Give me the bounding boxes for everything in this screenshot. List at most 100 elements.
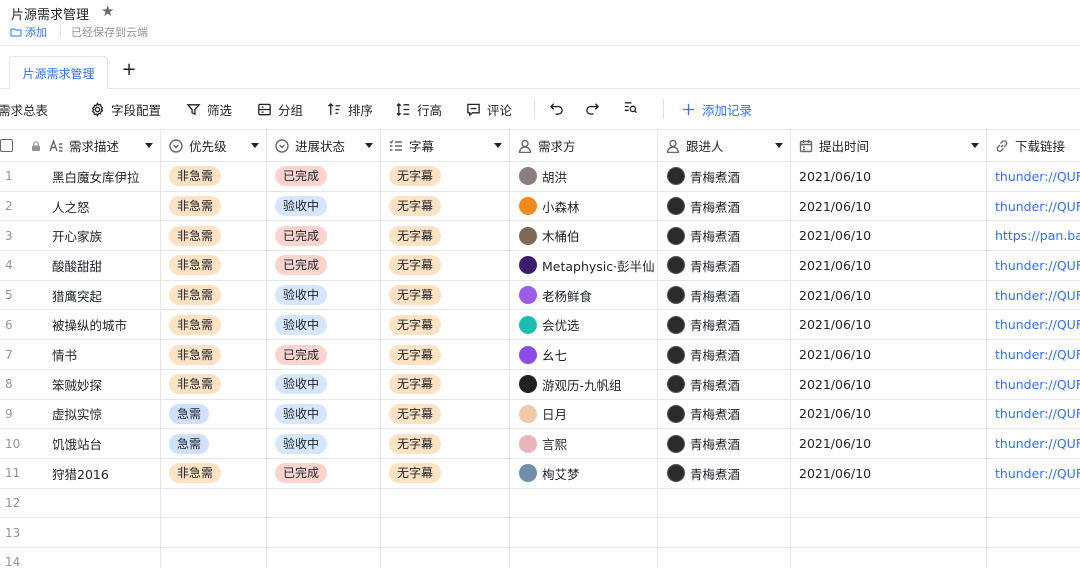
date-cell[interactable]: 2021/06/10 (791, 429, 987, 458)
status-cell[interactable]: 验收中 (267, 280, 381, 310)
empty-cell[interactable] (267, 488, 381, 518)
download-link[interactable]: thunder://QUFt (987, 347, 1080, 362)
status-cell[interactable]: 验收中 (267, 429, 381, 458)
comment-button[interactable]: 评论 (466, 100, 512, 119)
empty-cell[interactable] (267, 518, 381, 548)
follower-cell[interactable]: 青梅煮酒 (658, 162, 791, 191)
row-number-cell[interactable]: 1 (0, 162, 43, 191)
priority-cell[interactable]: 急需 (161, 399, 267, 429)
select-all-checkbox[interactable] (0, 139, 13, 152)
follower-cell[interactable]: 青梅煮酒 (658, 191, 791, 221)
link-cell[interactable]: thunder://QUFt (987, 311, 1080, 340)
priority-cell[interactable]: 非急需 (161, 459, 267, 488)
subtitle-cell[interactable]: 无字幕 (381, 399, 510, 429)
date-cell[interactable]: 2021/06/10 (791, 251, 987, 280)
link-cell[interactable]: thunder://QUFt (987, 281, 1080, 310)
row-number-cell[interactable]: 14 (0, 548, 43, 568)
date-cell[interactable]: 2021/06/10 (791, 280, 987, 310)
column-header-follower[interactable]: 跟进人 (658, 130, 791, 161)
column-header-priority[interactable]: 优先级 (161, 130, 267, 161)
download-link[interactable]: https://pan.bai (987, 228, 1080, 243)
subtitle-cell[interactable]: 无字幕 (381, 280, 510, 310)
follower-cell[interactable]: 青梅煮酒 (658, 429, 791, 458)
subtitle-cell[interactable]: 无字幕 (381, 191, 510, 221)
priority-cell[interactable]: 非急需 (161, 251, 267, 280)
link-cell[interactable]: thunder://QUFt (987, 370, 1080, 399)
row-number-cell[interactable]: 10 (0, 429, 43, 458)
follower-cell[interactable]: 青梅煮酒 (658, 310, 791, 340)
download-link[interactable]: thunder://QUFt (987, 288, 1080, 303)
empty-cell[interactable] (43, 518, 161, 548)
priority-cell[interactable]: 急需 (161, 429, 267, 458)
requester-cell[interactable]: 游观历-九帆组 (510, 369, 658, 399)
requester-cell[interactable]: 幺七 (510, 340, 658, 369)
status-cell[interactable]: 已完成 (267, 162, 381, 191)
chevron-down-icon[interactable] (145, 142, 153, 148)
column-header-date[interactable]: 提出时间 (791, 130, 987, 161)
find-button[interactable] (623, 100, 638, 115)
requester-cell[interactable]: 胡洪 (510, 162, 658, 191)
date-cell[interactable]: 2021/06/10 (791, 459, 987, 488)
empty-cell[interactable] (161, 548, 267, 568)
status-cell[interactable]: 验收中 (267, 399, 381, 429)
chevron-down-icon[interactable] (971, 142, 979, 148)
priority-cell[interactable]: 非急需 (161, 280, 267, 310)
subtitle-cell[interactable]: 无字幕 (381, 221, 510, 251)
download-link[interactable]: thunder://QUFt (987, 258, 1080, 273)
row-number-cell[interactable]: 7 (0, 340, 43, 369)
requester-cell[interactable]: 言熙 (510, 429, 658, 458)
date-cell[interactable]: 2021/06/10 (791, 399, 987, 429)
subtitle-cell[interactable]: 无字幕 (381, 369, 510, 399)
priority-cell[interactable]: 非急需 (161, 191, 267, 221)
status-cell[interactable]: 验收中 (267, 310, 381, 340)
empty-cell[interactable] (43, 488, 161, 518)
priority-cell[interactable]: 非急需 (161, 221, 267, 251)
desc-cell[interactable]: 被操纵的城市 (43, 310, 161, 340)
desc-cell[interactable]: 狩猎2016 (43, 459, 161, 488)
follower-cell[interactable]: 青梅煮酒 (658, 399, 791, 429)
column-header-link[interactable]: 下载链接 (987, 130, 1080, 161)
empty-cell[interactable] (510, 488, 658, 518)
desc-cell[interactable]: 黑白魔女库伊拉 (43, 162, 161, 191)
subtitle-cell[interactable]: 无字幕 (381, 162, 510, 191)
status-cell[interactable]: 验收中 (267, 369, 381, 399)
requester-cell[interactable]: 小森林 (510, 191, 658, 221)
row-number-cell[interactable]: 12 (0, 489, 43, 518)
download-link[interactable]: thunder://QUFt (987, 436, 1080, 451)
requester-cell[interactable]: 老杨鲜食 (510, 280, 658, 310)
star-icon[interactable]: ★ (101, 2, 114, 20)
column-header-status[interactable]: 进展状态 (267, 130, 381, 161)
empty-cell[interactable] (658, 548, 791, 568)
priority-cell[interactable]: 非急需 (161, 162, 267, 191)
empty-cell[interactable] (987, 489, 1080, 518)
desc-cell[interactable]: 开心家族 (43, 221, 161, 251)
chevron-down-icon[interactable] (494, 142, 502, 148)
desc-cell[interactable]: 虚拟实惊 (43, 399, 161, 429)
row-number-cell[interactable]: 8 (0, 370, 43, 399)
undo-button[interactable] (549, 100, 564, 115)
date-cell[interactable]: 2021/06/10 (791, 369, 987, 399)
filter-button[interactable]: 筛选 (186, 100, 232, 119)
priority-cell[interactable]: 非急需 (161, 310, 267, 340)
empty-cell[interactable] (658, 518, 791, 548)
view-name[interactable]: 需求总表 (0, 100, 48, 119)
requester-cell[interactable]: 会优选 (510, 310, 658, 340)
row-height-button[interactable]: 行高 (396, 100, 442, 119)
sort-button[interactable]: 排序 (327, 100, 373, 119)
add-record-button[interactable]: 添加记录 (681, 100, 752, 119)
follower-cell[interactable]: 青梅煮酒 (658, 340, 791, 369)
subtitle-cell[interactable]: 无字幕 (381, 459, 510, 488)
subtitle-cell[interactable]: 无字幕 (381, 340, 510, 369)
subtitle-cell[interactable]: 无字幕 (381, 429, 510, 458)
link-cell[interactable]: thunder://QUFt (987, 162, 1080, 191)
follower-cell[interactable]: 青梅煮酒 (658, 369, 791, 399)
link-cell[interactable]: https://pan.bai (987, 221, 1080, 250)
empty-cell[interactable] (43, 548, 161, 568)
row-number-cell[interactable]: 2 (0, 192, 43, 221)
status-cell[interactable]: 已完成 (267, 221, 381, 251)
status-cell[interactable]: 验收中 (267, 191, 381, 221)
empty-cell[interactable] (987, 518, 1080, 547)
desc-cell[interactable]: 笨贼妙探 (43, 369, 161, 399)
link-cell[interactable]: thunder://QUFt (987, 400, 1080, 429)
download-link[interactable]: thunder://QUFt (987, 406, 1080, 421)
